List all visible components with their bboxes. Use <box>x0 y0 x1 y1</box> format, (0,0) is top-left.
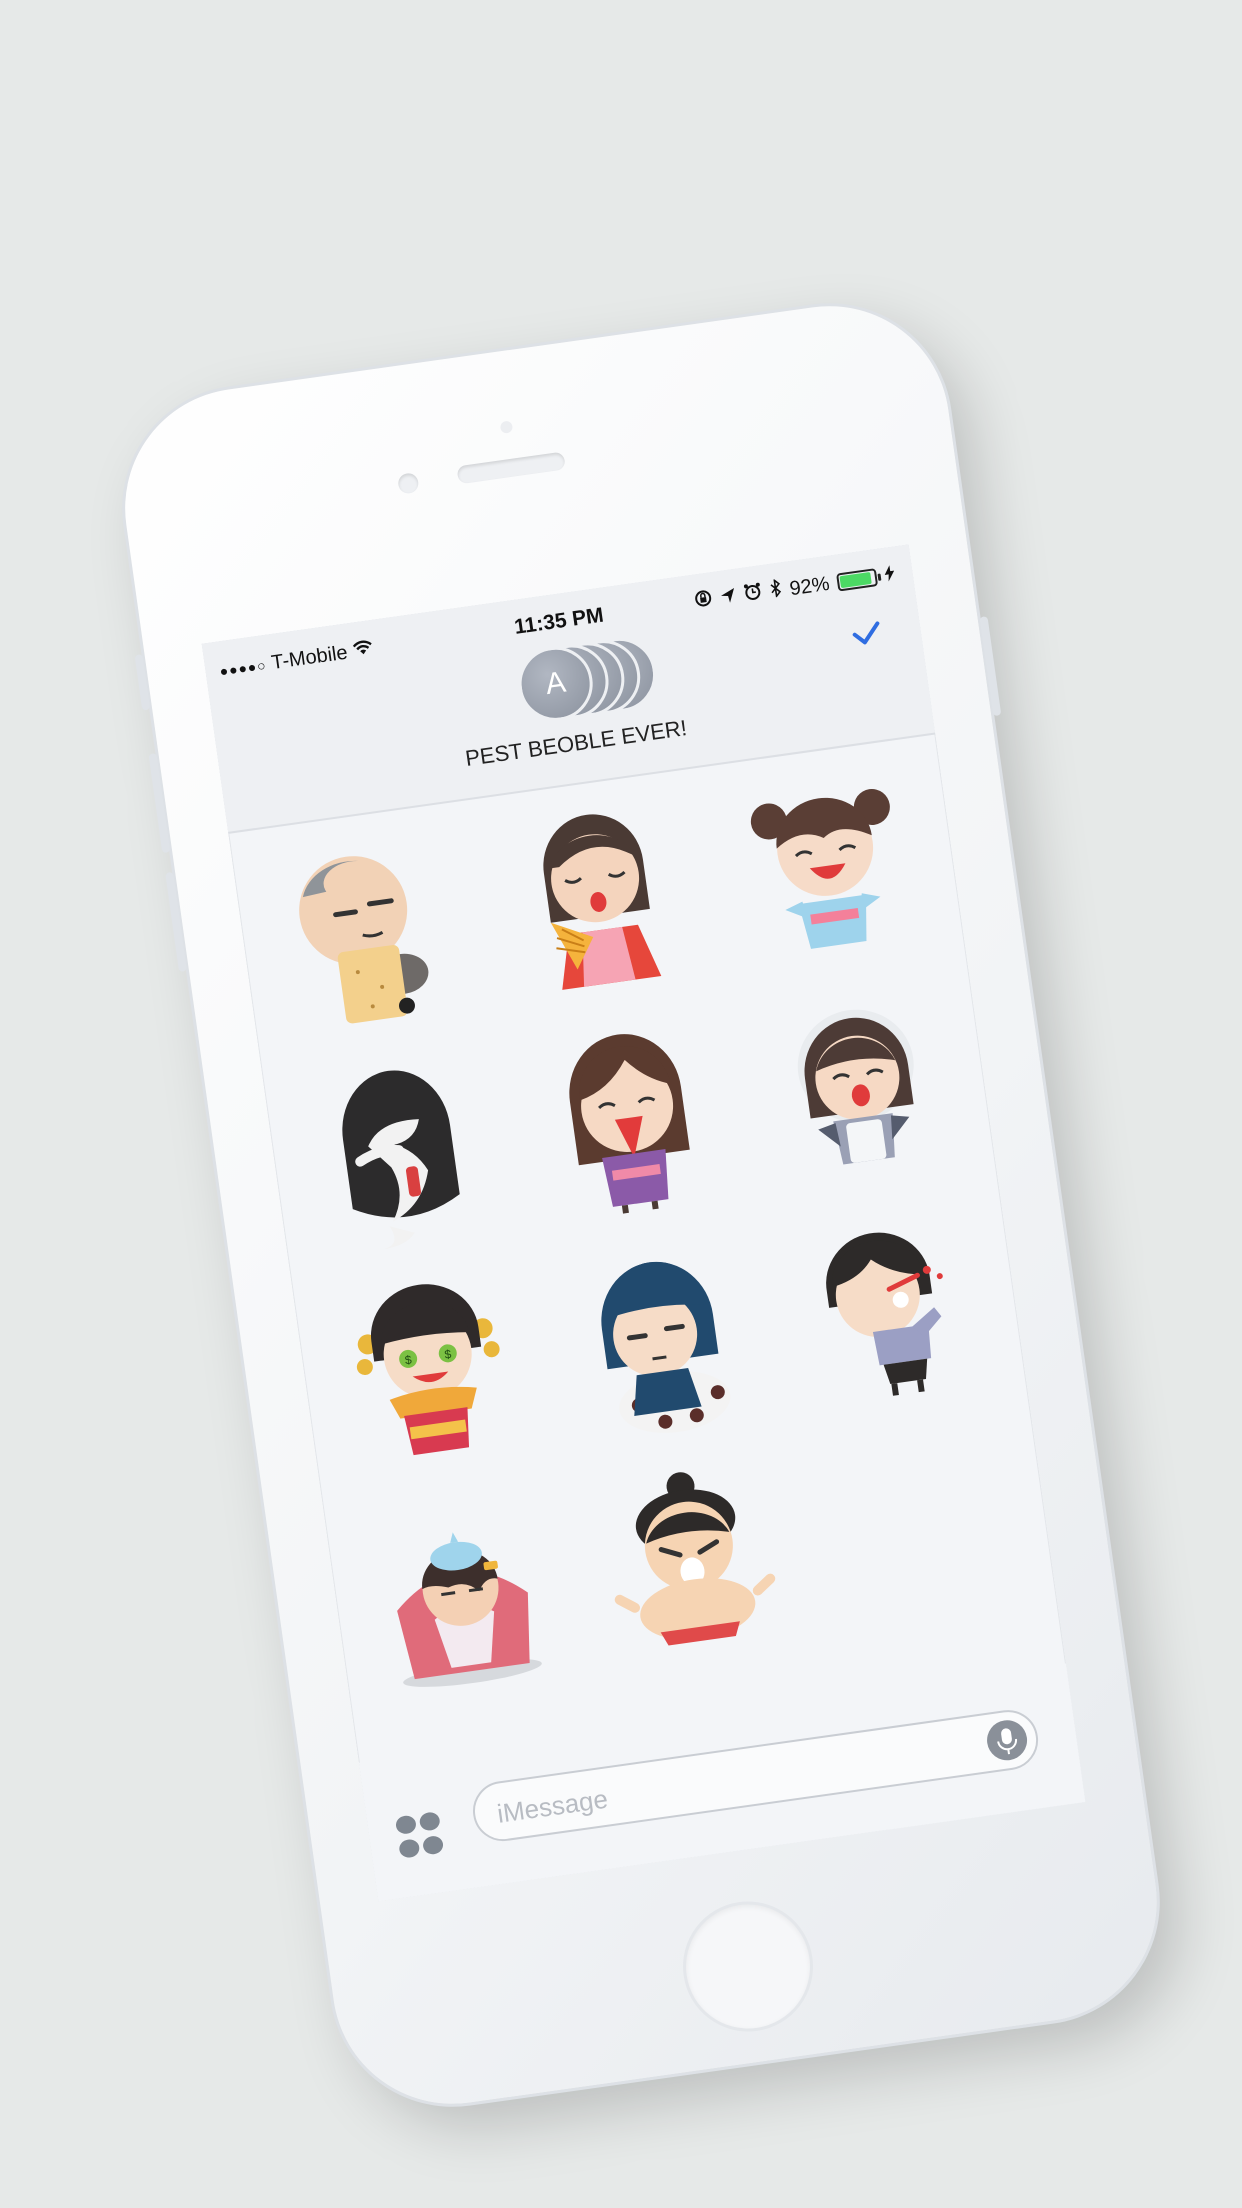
avatar: A <box>513 642 598 726</box>
old-man-scroll-sticker[interactable] <box>250 816 488 1057</box>
front-camera <box>397 472 420 495</box>
proximity-sensor <box>499 420 514 434</box>
battery-percent: 92% <box>788 572 831 600</box>
girl-purple-kimono-sticker[interactable] <box>510 1001 748 1242</box>
geisha-money-eyes-sticker[interactable]: $ $ <box>311 1251 549 1492</box>
girl-with-fan-sticker[interactable] <box>480 783 718 1024</box>
ninja-sticker[interactable] <box>541 1219 779 1460</box>
home-button[interactable] <box>677 1896 819 2037</box>
rotation-lock-icon <box>693 588 714 614</box>
girl-buns-laughing-sticker[interactable] <box>710 751 948 992</box>
battery-fill <box>839 571 873 589</box>
location-icon <box>719 585 738 610</box>
volume-up-button <box>148 753 171 854</box>
ghost-sticker[interactable] <box>281 1034 519 1275</box>
sticker-grid: $ $ <box>250 751 1039 1710</box>
screen: ●●●●○ T-Mobile 11:35 PM 92% A PEST BEOBL… <box>201 544 1086 1902</box>
message-input-bar <box>358 1663 1086 1902</box>
sick-ice-pack-sticker[interactable] <box>342 1469 580 1710</box>
boy-nosebleed-sticker[interactable] <box>771 1187 1009 1428</box>
mute-switch <box>134 654 151 711</box>
volume-down-button <box>165 871 188 973</box>
maid-crying-sticker[interactable] <box>740 969 978 1210</box>
message-field[interactable] <box>469 1706 1042 1845</box>
microphone-icon[interactable] <box>983 1717 1030 1764</box>
earpiece-speaker <box>456 451 566 485</box>
battery-icon <box>836 568 879 592</box>
power-button <box>979 616 1002 717</box>
phone-device: ●●●●○ T-Mobile 11:35 PM 92% A PEST BEOBL… <box>109 290 1173 2120</box>
imessage-input[interactable] <box>492 1730 968 1833</box>
alarm-icon <box>743 581 764 607</box>
sumo-sticker[interactable] <box>572 1437 810 1678</box>
app-drawer-icon[interactable] <box>390 1806 449 1865</box>
bluetooth-icon <box>768 578 783 604</box>
avatar-initial: A <box>543 665 568 702</box>
checkmark-icon[interactable] <box>844 610 889 655</box>
